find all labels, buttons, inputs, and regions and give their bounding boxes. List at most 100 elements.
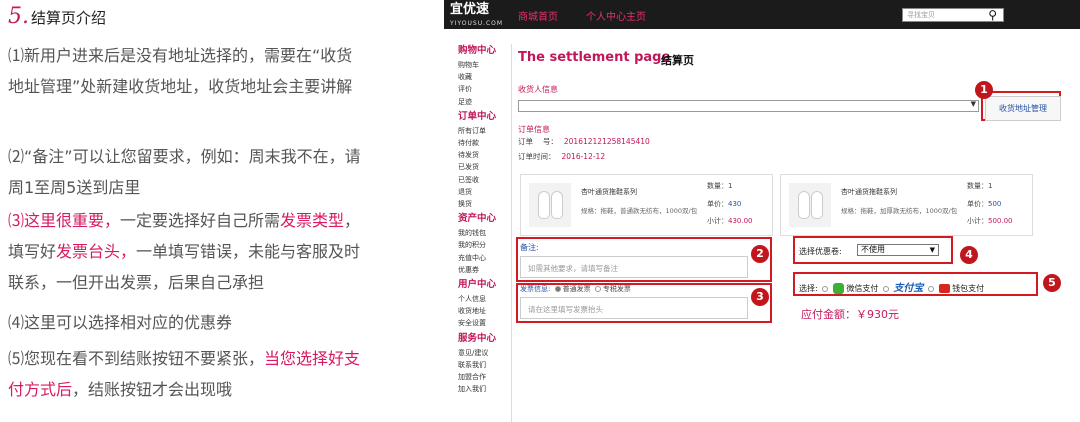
sidebar-item[interactable]: 优惠券: [458, 264, 511, 276]
coupon-select[interactable]: 不使用 ▼: [857, 244, 939, 256]
sidebar-item[interactable]: 退货: [458, 186, 511, 198]
page-title-cn: 结算页: [661, 54, 694, 67]
note-5: ⑸您现在看不到结账按钮不要紧张，当您选择好支付方式后，结账按钮才会出现哦: [8, 343, 364, 405]
sidebar-item[interactable]: 已签收: [458, 174, 511, 186]
instruction-panel: 5. 结算页介绍 ⑴新用户进来后是没有地址选择的，需要在“收货地址管理”处新建收…: [0, 0, 420, 422]
note-3: ⑶这里很重要，一定要选择好自己所需发票类型，填写好发票台头，一单填写错误，未能与…: [8, 205, 364, 298]
sidebar: 购物中心购物车 收藏 评价 足迹订单中心所有订单 待付款 待发货 已发货 已签收 退货 换货资产中…: [452, 44, 512, 422]
section-title: 结算页介绍: [31, 9, 107, 27]
remark-label: 备注:: [520, 243, 539, 252]
nav-home-link[interactable]: 商城首页: [518, 8, 558, 23]
search-input[interactable]: 寻找宝贝 ⚲: [902, 8, 1004, 22]
sidebar-item[interactable]: 联系我们: [458, 359, 511, 371]
invoice-vat-label: 专税发票: [602, 285, 631, 293]
sidebar-item[interactable]: 评价: [458, 83, 511, 95]
total-amount: 应付金额：￥930元: [801, 306, 899, 322]
order-time-value: 2016-12-12: [561, 152, 606, 161]
nav-personal-center-link[interactable]: 个人中心主页: [586, 8, 646, 23]
section-header: 5. 结算页介绍: [8, 4, 106, 29]
page-title-en: The settlement page: [518, 50, 671, 65]
product-unit-price: 单价：430: [707, 200, 742, 208]
invoice-normal-radio[interactable]: [554, 286, 561, 292]
wechat-pay-label: 微信支付: [846, 284, 879, 293]
coupon-label: 选择优惠卷:: [799, 247, 842, 256]
sidebar-item[interactable]: 待付款: [458, 137, 511, 149]
settlement-screenshot: 宜优速 YIYOUSU.COM 商城首页 个人中心主页 寻找宝贝 ⚲ 购物中心购…: [444, 0, 1080, 422]
wallet-pay-radio[interactable]: [927, 285, 934, 292]
sidebar-item[interactable]: 待发货: [458, 149, 511, 161]
invoice-label: 发票信息:: [520, 285, 551, 293]
receiver-label: 收货人信息: [518, 85, 558, 94]
wechat-pay-radio[interactable]: [822, 285, 829, 292]
address-management-button[interactable]: 收货地址管理: [985, 96, 1061, 121]
order-number-value: 201612121258145410: [563, 137, 650, 146]
chevron-down-icon: ▼: [929, 246, 935, 254]
address-select[interactable]: ▼: [518, 100, 979, 112]
note-text: 一定要选择好自己所需: [120, 211, 281, 230]
sidebar-item[interactable]: 所有订单: [458, 125, 511, 137]
product-subtotal: 小计：500.00: [967, 217, 1013, 225]
order-info-label: 订单信息: [518, 125, 550, 134]
order-time-label: 订单时间：: [518, 152, 556, 161]
invoice-normal-label: 普通发票: [562, 285, 591, 293]
product-card[interactable]: 杏叶通货拖鞋系列 规格：拖鞋，加厚款无纺布，1000双/包 数量：1 单价：50…: [780, 174, 1033, 236]
sidebar-group-title: 服务中心: [458, 332, 497, 344]
logo-text: 宜优速: [450, 2, 490, 17]
sidebar-item[interactable]: 充值中心: [458, 252, 511, 264]
note-emphasis: ⑶这里很重要，: [8, 211, 121, 230]
sidebar-item[interactable]: 收藏: [458, 71, 511, 83]
order-time-row: 订单时间： 2016-12-12: [518, 151, 605, 162]
chevron-down-icon: ▼: [970, 100, 976, 108]
sidebar-item[interactable]: 加入我们: [458, 383, 511, 395]
section-number: 5.: [8, 4, 29, 29]
product-name: 杏叶通货拖鞋系列: [581, 188, 637, 196]
product-unit-price: 单价：500: [967, 200, 1002, 208]
note-4: ⑷这里可以选择相对应的优惠券: [8, 307, 364, 338]
product-name: 杏叶通货拖鞋系列: [841, 188, 897, 196]
sidebar-item[interactable]: 换货: [458, 198, 511, 210]
sidebar-item[interactable]: 个人信息: [458, 293, 511, 305]
sidebar-group-title: 资产中心: [458, 213, 497, 225]
search-icon[interactable]: ⚲: [988, 9, 997, 21]
coupon-value: 不使用: [861, 245, 885, 254]
search-placeholder: 寻找宝贝: [907, 11, 935, 19]
sidebar-item[interactable]: 购物车: [458, 59, 511, 71]
note-2: ⑵“备注”可以让您留要求，例如：周末我不在，请周1至周5送到店里: [8, 141, 364, 203]
product-qty: 数量：1: [967, 182, 993, 190]
site-logo[interactable]: 宜优速 YIYOUSU.COM: [450, 2, 502, 28]
note-text: ⑴新用户进来后是没有地址选择的，需要在“收货地址管理”处新建收货地址，收货地址会…: [8, 46, 353, 96]
product-qty: 数量：1: [707, 182, 733, 190]
site-topbar: 宜优速 YIYOUSU.COM 商城首页 个人中心主页 寻找宝贝 ⚲: [444, 0, 1080, 29]
wallet-icon: [938, 284, 950, 293]
sidebar-item[interactable]: 我的钱包: [458, 227, 511, 239]
total-label: 应付金额：: [801, 308, 856, 321]
sidebar-group-title: 订单中心: [458, 110, 497, 122]
marker-badge-1: 1: [975, 81, 993, 99]
product-subtotal: 小计：430.00: [707, 217, 753, 225]
sidebar-item[interactable]: 收货地址: [458, 305, 511, 317]
remark-placeholder: 如需其他要求，请填写备注: [528, 264, 618, 273]
payment-row: 选择: 微信支付 支付宝 钱包支付: [799, 279, 984, 294]
sidebar-group-title: 用户中心: [458, 279, 497, 291]
remark-input[interactable]: 如需其他要求，请填写备注: [520, 256, 748, 278]
note-text: ⑸您现在看不到结账按钮不要紧张，: [8, 349, 265, 368]
sidebar-item[interactable]: 安全设置: [458, 317, 511, 329]
note-emphasis: 发票台头，: [56, 242, 137, 261]
sidebar-item[interactable]: 我的积分: [458, 239, 511, 251]
sidebar-group-title: 购物中心: [458, 45, 497, 56]
sidebar-item[interactable]: 已发货: [458, 161, 511, 173]
invoice-vat-radio[interactable]: [594, 286, 601, 292]
sidebar-item[interactable]: 足迹: [458, 96, 511, 108]
invoice-title-input[interactable]: 请在这里填写发票抬头: [520, 297, 748, 319]
payment-label: 选择:: [799, 284, 818, 293]
marker-badge-3: 3: [751, 288, 769, 306]
note-text: ⑷这里可以选择相对应的优惠券: [8, 313, 233, 332]
product-card[interactable]: 杏叶通货拖鞋系列 规格：拖鞋，普通款无纺布，1000双/包 数量：1 单价：43…: [520, 174, 773, 236]
note-text: ⑵“备注”可以让您留要求，例如：周末我不在，请周1至周5送到店里: [8, 147, 361, 197]
sidebar-item[interactable]: 意见/建议: [458, 347, 511, 359]
product-image: [529, 183, 571, 227]
sidebar-item[interactable]: 加盟合作: [458, 371, 511, 383]
order-number-row: 订单 号： 201612121258145410: [518, 136, 650, 147]
alipay-radio[interactable]: [882, 285, 889, 292]
wechat-icon: [832, 283, 844, 294]
